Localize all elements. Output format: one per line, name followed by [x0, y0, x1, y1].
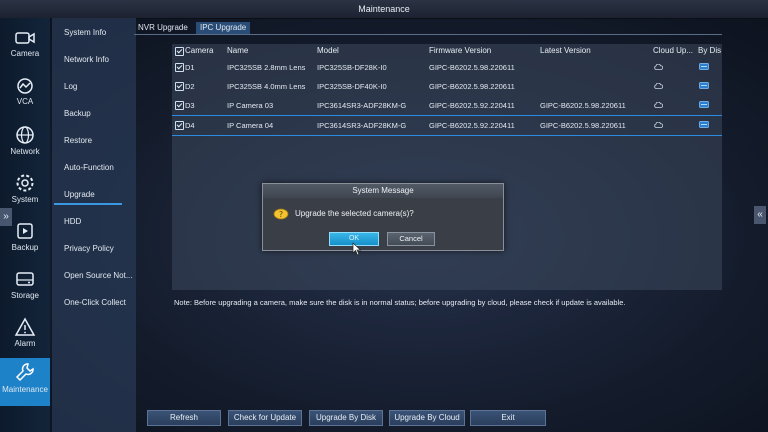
cell-firmware: GIPC-B6202.5.92.220411	[429, 101, 515, 110]
cell-camera: D1	[185, 63, 195, 72]
sub-nav: System Info Network Info Log Backup Rest…	[52, 18, 136, 432]
cell-firmware: GIPC-B6202.5.98.220611	[429, 82, 515, 91]
gear-icon	[16, 174, 34, 192]
refresh-button[interactable]: Refresh	[147, 410, 221, 426]
cell-camera: D2	[185, 82, 195, 91]
subnav-privacy-policy[interactable]: Privacy Policy	[64, 244, 114, 253]
exit-button[interactable]: Exit	[470, 410, 546, 426]
disk-upgrade-icon[interactable]	[699, 121, 709, 128]
cell-name: IP Camera 04	[227, 121, 274, 130]
nav-camera[interactable]: Camera	[0, 26, 50, 72]
upgrade-by-cloud-button[interactable]: Upgrade By Cloud	[389, 410, 465, 426]
subnav-log[interactable]: Log	[64, 82, 77, 91]
table-row[interactable]: D2 IPC325SB 4.0mm Lens IPC325SB-DF40K-I0…	[172, 77, 722, 96]
cancel-button[interactable]: Cancel	[387, 232, 435, 246]
cell-model: IPC325SB-DF40K-I0	[317, 82, 387, 91]
camera-icon	[15, 32, 35, 44]
cloud-upgrade-icon[interactable]	[654, 102, 663, 108]
header-cloud-upgrade: Cloud Up...	[653, 46, 694, 55]
nav-vca[interactable]: VCA	[0, 74, 50, 120]
header-by-disk: By Dis	[698, 46, 722, 55]
cell-model: IPC325SB-DF28K-I0	[317, 63, 387, 72]
subnav-active-indicator	[54, 203, 122, 205]
cloud-upgrade-icon[interactable]	[654, 64, 663, 70]
nvr-screen: Maintenance Camera VCA Network System Ba…	[0, 0, 768, 432]
select-all-checkbox[interactable]	[175, 47, 184, 56]
cell-name: IPC325SB 4.0mm Lens	[227, 82, 306, 91]
nav-system-label: System	[11, 195, 39, 204]
nav-vca-label: VCA	[16, 97, 34, 106]
cell-name: IP Camera 03	[227, 101, 274, 110]
upgrade-by-disk-button[interactable]: Upgrade By Disk	[309, 410, 383, 426]
storage-icon	[16, 272, 34, 286]
camera-table: Camera Name Model Firmware Version Lates…	[172, 44, 722, 290]
nav-alarm[interactable]: Alarm	[0, 314, 50, 360]
subnav-upgrade[interactable]: Upgrade	[64, 190, 95, 199]
subnav-network-info[interactable]: Network Info	[64, 55, 109, 64]
header-name: Name	[227, 46, 249, 55]
dialog-title: System Message	[263, 184, 503, 198]
subnav-system-info[interactable]: System Info	[64, 28, 106, 37]
disk-upgrade-icon[interactable]	[699, 101, 709, 108]
system-message-dialog: System Message ? Upgrade the selected ca…	[262, 183, 504, 251]
globe-icon	[16, 126, 34, 144]
mouse-cursor-icon	[352, 242, 362, 256]
table-row[interactable]: D1 IPC325SB 2.8mm Lens IPC325SB-DF28K-I0…	[172, 58, 722, 77]
nav-camera-label: Camera	[10, 49, 40, 58]
table-row-selected[interactable]: D4 IP Camera 04 IPC3614SR3-ADF28KM-G GIP…	[172, 115, 722, 136]
backup-icon	[17, 223, 33, 239]
nav-network[interactable]: Network	[0, 122, 50, 168]
window-title: Maintenance	[0, 0, 768, 19]
subnav-hdd[interactable]: HDD	[64, 217, 81, 226]
wrench-icon	[15, 363, 34, 382]
table-header: Camera Name Model Firmware Version Lates…	[172, 44, 722, 58]
cloud-upgrade-icon[interactable]	[654, 122, 663, 128]
header-model: Model	[317, 46, 339, 55]
subnav-auto-function[interactable]: Auto-Function	[64, 163, 114, 172]
nav-maintenance[interactable]: Maintenance	[0, 358, 50, 406]
nav-storage-label: Storage	[10, 291, 40, 300]
dialog-message: Upgrade the selected camera(s)?	[295, 209, 414, 218]
nav-alarm-label: Alarm	[14, 339, 36, 348]
nav-backup-label: Backup	[11, 243, 39, 252]
subnav-open-source[interactable]: Open Source Not...	[64, 271, 132, 280]
tab-nvr-upgrade[interactable]: NVR Upgrade	[134, 22, 192, 34]
row-checkbox[interactable]	[175, 82, 184, 91]
nav-maintenance-label: Maintenance	[2, 385, 48, 394]
tab-ipc-upgrade[interactable]: IPC Upgrade	[196, 22, 251, 34]
collapse-left-arrow-icon[interactable]: »	[0, 208, 12, 226]
cell-latest: GIPC-B6202.5.98.220611	[540, 101, 626, 110]
row-checkbox[interactable]	[175, 121, 184, 130]
tab-divider	[134, 34, 722, 35]
alarm-icon	[14, 317, 36, 336]
subnav-backup[interactable]: Backup	[64, 109, 91, 118]
disk-upgrade-icon[interactable]	[699, 82, 709, 89]
cell-model: IPC3614SR3-ADF28KM-G	[317, 101, 407, 110]
row-checkbox[interactable]	[175, 101, 184, 110]
row-checkbox[interactable]	[175, 63, 184, 72]
check-for-update-button[interactable]: Check for Update	[228, 410, 302, 426]
cell-firmware: GIPC-B6202.5.92.220411	[429, 121, 515, 130]
upgrade-note: Note: Before upgrading a camera, make su…	[174, 298, 626, 307]
cell-latest: GIPC-B6202.5.98.220611	[540, 121, 626, 130]
vca-icon	[17, 78, 33, 94]
cell-camera: D3	[185, 101, 195, 110]
subnav-restore[interactable]: Restore	[64, 136, 92, 145]
svg-text:?: ?	[279, 210, 283, 219]
cell-name: IPC325SB 2.8mm Lens	[227, 63, 306, 72]
question-icon: ?	[273, 208, 289, 220]
subnav-one-click-collect[interactable]: One-Click Collect	[64, 298, 126, 307]
header-firmware: Firmware Version	[429, 46, 492, 55]
cell-model: IPC3614SR3-ADF28KM-G	[317, 121, 407, 130]
expand-right-arrow-icon[interactable]: «	[754, 206, 766, 224]
nav-network-label: Network	[10, 147, 40, 156]
cell-firmware: GIPC-B6202.5.98.220611	[429, 63, 515, 72]
nav-storage[interactable]: Storage	[0, 266, 50, 312]
cell-camera: D4	[185, 121, 195, 130]
header-camera: Camera	[185, 46, 214, 55]
disk-upgrade-icon[interactable]	[699, 63, 709, 70]
header-latest: Latest Version	[540, 46, 591, 55]
table-row[interactable]: D3 IP Camera 03 IPC3614SR3-ADF28KM-G GIP…	[172, 96, 722, 115]
cloud-upgrade-icon[interactable]	[654, 83, 663, 89]
